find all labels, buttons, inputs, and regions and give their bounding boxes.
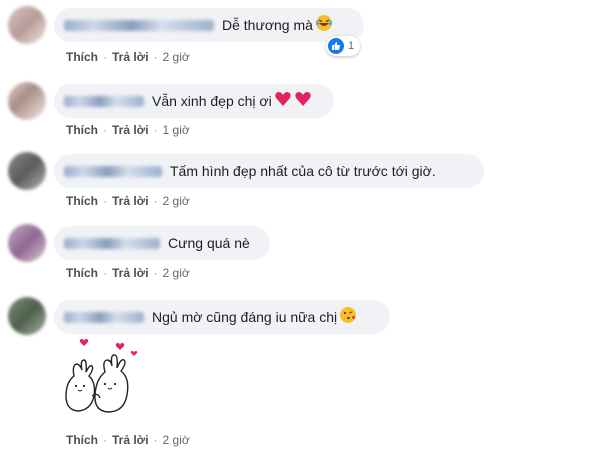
laughing-tears-emoji bbox=[315, 14, 333, 37]
comment-bubble: Ngủ mờ cũng đáng iu nữa chị bbox=[54, 300, 390, 334]
reaction-number: 1 bbox=[348, 40, 355, 52]
comment-bubble: Vẫn xinh đẹp chị ơi bbox=[54, 84, 334, 118]
reply-link[interactable]: Trả lời bbox=[112, 50, 149, 64]
comment-bubble: Tấm hình đẹp nhất của cô từ trước tới gi… bbox=[54, 154, 484, 188]
avatar[interactable] bbox=[8, 152, 46, 190]
comment-actions: Thích · Trả lời · 2 giờ bbox=[66, 194, 190, 208]
commenter-name-blurred[interactable] bbox=[64, 19, 214, 31]
timestamp[interactable]: 2 giờ bbox=[163, 194, 190, 208]
comment-actions: Thích · Trả lời · 2 giờ bbox=[66, 266, 190, 280]
avatar[interactable] bbox=[8, 297, 46, 335]
red-hearts-emoji bbox=[274, 90, 314, 113]
commenter-name-blurred[interactable] bbox=[64, 237, 160, 249]
like-link[interactable]: Thích bbox=[66, 433, 98, 447]
bunny-hearts-sticker[interactable] bbox=[60, 338, 150, 428]
like-link[interactable]: Thích bbox=[66, 194, 98, 208]
like-link[interactable]: Thích bbox=[66, 266, 98, 280]
comment-bubble: Dễ thương mà bbox=[54, 8, 364, 42]
separator: · bbox=[103, 266, 107, 280]
avatar[interactable] bbox=[8, 82, 46, 120]
reaction-count[interactable]: 1 bbox=[326, 36, 361, 56]
separator: · bbox=[153, 433, 158, 447]
comment-text: Vẫn xinh đẹp chị ơi bbox=[152, 93, 272, 109]
like-link[interactable]: Thích bbox=[66, 123, 98, 137]
separator: · bbox=[153, 123, 158, 137]
separator: · bbox=[153, 194, 158, 208]
reply-link[interactable]: Trả lời bbox=[112, 433, 149, 447]
avatar[interactable] bbox=[8, 6, 46, 44]
reply-link[interactable]: Trả lời bbox=[112, 266, 149, 280]
timestamp[interactable]: 1 giờ bbox=[163, 123, 190, 137]
commenter-name-blurred[interactable] bbox=[64, 311, 144, 323]
timestamp[interactable]: 2 giờ bbox=[163, 266, 190, 280]
like-link[interactable]: Thích bbox=[66, 50, 98, 64]
kissing-face-emoji bbox=[339, 306, 357, 329]
comment-text: Tấm hình đẹp nhất của cô từ trước tới gi… bbox=[170, 163, 436, 179]
comment-bubble: Cưng quá nè bbox=[54, 226, 270, 260]
timestamp[interactable]: 2 giờ bbox=[163, 50, 190, 64]
reply-link[interactable]: Trả lời bbox=[112, 123, 149, 137]
separator: · bbox=[153, 266, 158, 280]
thumbs-up-icon bbox=[328, 38, 344, 54]
timestamp[interactable]: 2 giờ bbox=[163, 433, 190, 447]
separator: · bbox=[103, 50, 107, 64]
comment-text: Dễ thương mà bbox=[222, 17, 313, 33]
comment-actions: Thích · Trả lời · 2 giờ bbox=[66, 433, 190, 447]
comment-text: Ngủ mờ cũng đáng iu nữa chị bbox=[152, 309, 338, 325]
commenter-name-blurred[interactable] bbox=[64, 165, 162, 177]
avatar[interactable] bbox=[8, 224, 46, 262]
separator: · bbox=[103, 194, 107, 208]
commenter-name-blurred[interactable] bbox=[64, 95, 144, 107]
separator: · bbox=[103, 433, 107, 447]
comment-actions: Thích · Trả lời · 1 giờ bbox=[66, 123, 190, 137]
comment-actions: Thích · Trả lời · 2 giờ bbox=[66, 50, 190, 64]
separator: · bbox=[103, 123, 107, 137]
reply-link[interactable]: Trả lời bbox=[112, 194, 149, 208]
separator: · bbox=[153, 50, 158, 64]
comment-text: Cưng quá nè bbox=[168, 235, 250, 251]
